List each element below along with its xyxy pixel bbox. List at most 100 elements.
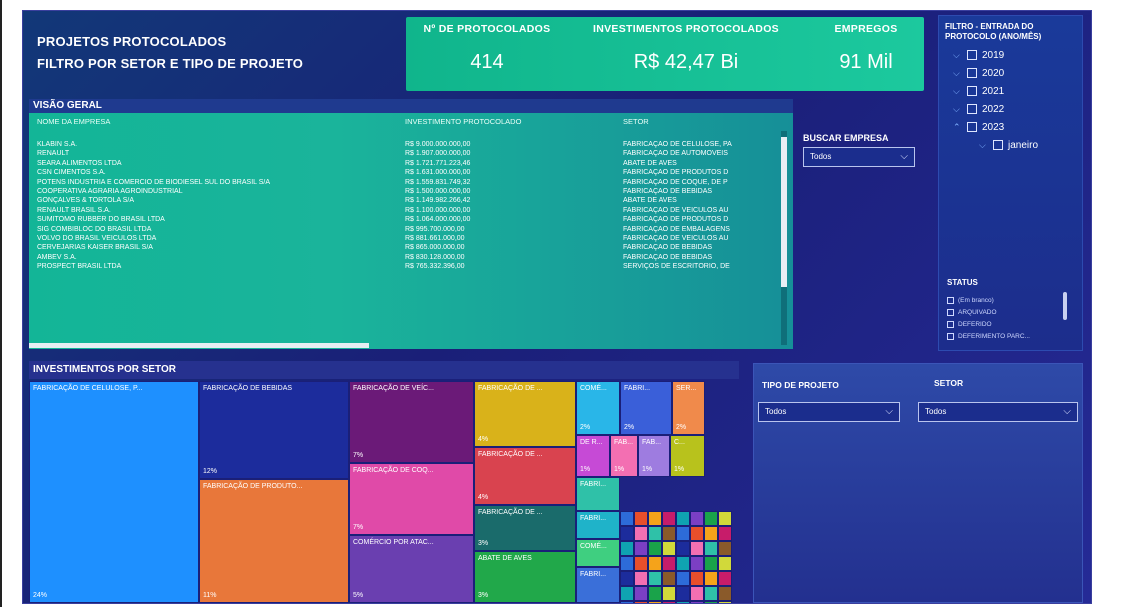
chevron-down-icon[interactable]: ⌵ [953, 86, 967, 97]
treemap-tile-small[interactable] [704, 571, 718, 586]
treemap-tile[interactable]: FABRICAÇÃO DE ... 4% [474, 381, 576, 447]
treemap-tile-small[interactable] [662, 601, 676, 603]
treemap-tile-small[interactable] [718, 526, 732, 541]
table-row[interactable]: SIG COMBIBLOC DO BRASIL LTDA R$ 995.700.0… [29, 226, 789, 235]
checkbox[interactable] [947, 297, 954, 304]
year-item-2019[interactable]: ⌵ 2019 [939, 46, 1082, 64]
treemap-tile-small[interactable] [690, 571, 704, 586]
treemap-tile-small[interactable] [690, 511, 704, 526]
checkbox[interactable] [967, 50, 977, 60]
treemap-tile-small[interactable] [662, 571, 676, 586]
table-row[interactable]: AMBEV S.A. R$ 830.128.000,00 FABRICAÇÃO DE… [29, 254, 789, 263]
treemap-tile-small[interactable] [704, 556, 718, 571]
search-company-dropdown[interactable]: Todos ⌵ [803, 147, 915, 167]
chevron-down-icon[interactable]: ⌵ [953, 50, 967, 61]
chevron-down-icon[interactable]: ⌵ [953, 68, 967, 79]
column-header[interactable]: SETOR [623, 117, 649, 126]
treemap-tile[interactable]: COMÉ... [576, 539, 620, 567]
table-row[interactable]: KLABIN S.A. R$ 9.000.000.000,00 FABRICAÇÃO… [29, 141, 789, 150]
table-row[interactable]: GONÇALVES & TORTOLA S/A R$ 1.149.982.266,… [29, 197, 789, 206]
month-item-janeiro[interactable]: ⌵ janeiro [939, 136, 1082, 154]
treemap-tile[interactable]: FABRICAÇÃO DE CELULOSE, P... 24% [29, 381, 199, 603]
table-row[interactable]: RENAULT BRASIL S.A. R$ 1.100.000.000,00 FA… [29, 207, 789, 216]
treemap-tile-small[interactable] [718, 571, 732, 586]
checkbox[interactable] [967, 122, 977, 132]
table-row[interactable]: SEARA ALIMENTOS LTDA R$ 1.721.771.223,46 A… [29, 160, 789, 169]
status-option[interactable]: DEFERIDO [947, 321, 992, 328]
status-option[interactable]: DEFERIMENTO PARC... [947, 333, 1030, 340]
treemap-tile-small[interactable] [662, 586, 676, 601]
treemap-tile-small[interactable] [648, 556, 662, 571]
checkbox[interactable] [967, 86, 977, 96]
table-row[interactable]: CERVEJARIAS KAISER BRASIL S/A R$ 865.000.… [29, 244, 789, 253]
treemap-tile-small[interactable] [662, 556, 676, 571]
chevron-down-icon[interactable]: ⌵ [979, 140, 993, 151]
treemap-tile[interactable]: SER... 2% [672, 381, 705, 435]
treemap-tile[interactable]: FAB... 1% [610, 435, 638, 477]
chevron-down-icon[interactable]: ⌵ [953, 104, 967, 115]
scrollbar-thumb[interactable] [781, 137, 787, 287]
treemap-tile-small[interactable] [676, 556, 690, 571]
table-horizontal-scrollbar[interactable] [29, 343, 369, 348]
checkbox[interactable] [947, 333, 954, 340]
treemap-tile-small[interactable] [634, 511, 648, 526]
treemap-tile-small[interactable] [662, 541, 676, 556]
project-type-dropdown[interactable]: Todos ⌵ [758, 402, 900, 422]
treemap-tile[interactable]: FABRICAÇÃO DE ... 3% [474, 505, 576, 551]
treemap-tile-small[interactable] [634, 526, 648, 541]
treemap-tile[interactable]: FABRICAÇÃO DE COQ... 7% [349, 463, 474, 535]
treemap-tile[interactable]: FABRICAÇÃO DE VEÍC... 7% [349, 381, 474, 463]
treemap-tile-small[interactable] [634, 556, 648, 571]
checkbox[interactable] [947, 321, 954, 328]
treemap-tile[interactable]: FABRI... [576, 567, 620, 603]
treemap-tile-small[interactable] [676, 541, 690, 556]
treemap-tile[interactable]: C... 1% [670, 435, 705, 477]
chevron-up-icon[interactable]: ⌃ [953, 122, 967, 133]
treemap-tile-small[interactable] [676, 511, 690, 526]
year-item-2023[interactable]: ⌃ 2023 [939, 118, 1082, 136]
treemap-tile[interactable]: FAB... 1% [638, 435, 670, 477]
treemap-tile-small[interactable] [620, 601, 634, 603]
treemap-tile-small[interactable] [634, 601, 648, 603]
treemap-tile-small[interactable] [690, 556, 704, 571]
treemap-tile-small[interactable] [648, 571, 662, 586]
status-option[interactable]: (Em branco) [947, 297, 994, 304]
treemap-tile-small[interactable] [634, 571, 648, 586]
sector-dropdown[interactable]: Todos ⌵ [918, 402, 1078, 422]
treemap-tile-small[interactable] [662, 511, 676, 526]
table-row[interactable]: SUMITOMO RUBBER DO BRASIL LTDA R$ 1.064.0… [29, 216, 789, 225]
column-header[interactable]: NOME DA EMPRESA [37, 117, 110, 126]
year-item-2022[interactable]: ⌵ 2022 [939, 100, 1082, 118]
treemap-tile-small[interactable] [718, 541, 732, 556]
treemap-tile-small[interactable] [690, 601, 704, 603]
treemap-tile-small[interactable] [662, 526, 676, 541]
treemap-tile-small[interactable] [648, 541, 662, 556]
table-row[interactable]: CSN CIMENTOS S.A. R$ 1.631.000.000,00 FABR… [29, 169, 789, 178]
treemap-tile-small[interactable] [676, 571, 690, 586]
treemap-tile[interactable]: COMÉRCIO POR ATAC... 5% [349, 535, 474, 603]
treemap-tile[interactable]: FABRICAÇÃO DE ... 4% [474, 447, 576, 505]
treemap-tile-small[interactable] [620, 556, 634, 571]
treemap-tile-small[interactable] [620, 586, 634, 601]
treemap-tile-small[interactable] [634, 541, 648, 556]
treemap-tile-small[interactable] [690, 586, 704, 601]
treemap-tile-small[interactable] [704, 601, 718, 603]
treemap-tile-small[interactable] [718, 556, 732, 571]
treemap-tile[interactable]: FABRI... 2% [620, 381, 672, 435]
treemap-tile-small[interactable] [676, 601, 690, 603]
treemap-tile-small[interactable] [676, 526, 690, 541]
table-row[interactable]: COOPERATIVA AGRÁRIA AGROINDUSTRIAL R$ 1.5… [29, 188, 789, 197]
treemap-tile-small[interactable] [704, 541, 718, 556]
treemap-tile-small[interactable] [690, 541, 704, 556]
treemap-tile-small[interactable] [634, 586, 648, 601]
checkbox[interactable] [993, 140, 1003, 150]
treemap-tile[interactable]: FABRI... [576, 477, 620, 511]
treemap-tile-small[interactable] [648, 586, 662, 601]
treemap-tile-small[interactable] [648, 526, 662, 541]
treemap-tile-small[interactable] [620, 541, 634, 556]
checkbox[interactable] [967, 104, 977, 114]
treemap-tile-small[interactable] [620, 511, 634, 526]
treemap-tile[interactable]: COMÉ... 2% [576, 381, 620, 435]
treemap-tile-small[interactable] [620, 571, 634, 586]
table-row[interactable]: POTENS INDÚSTRIA E COMÉRCIO DE BIODIESEL… [29, 179, 789, 188]
